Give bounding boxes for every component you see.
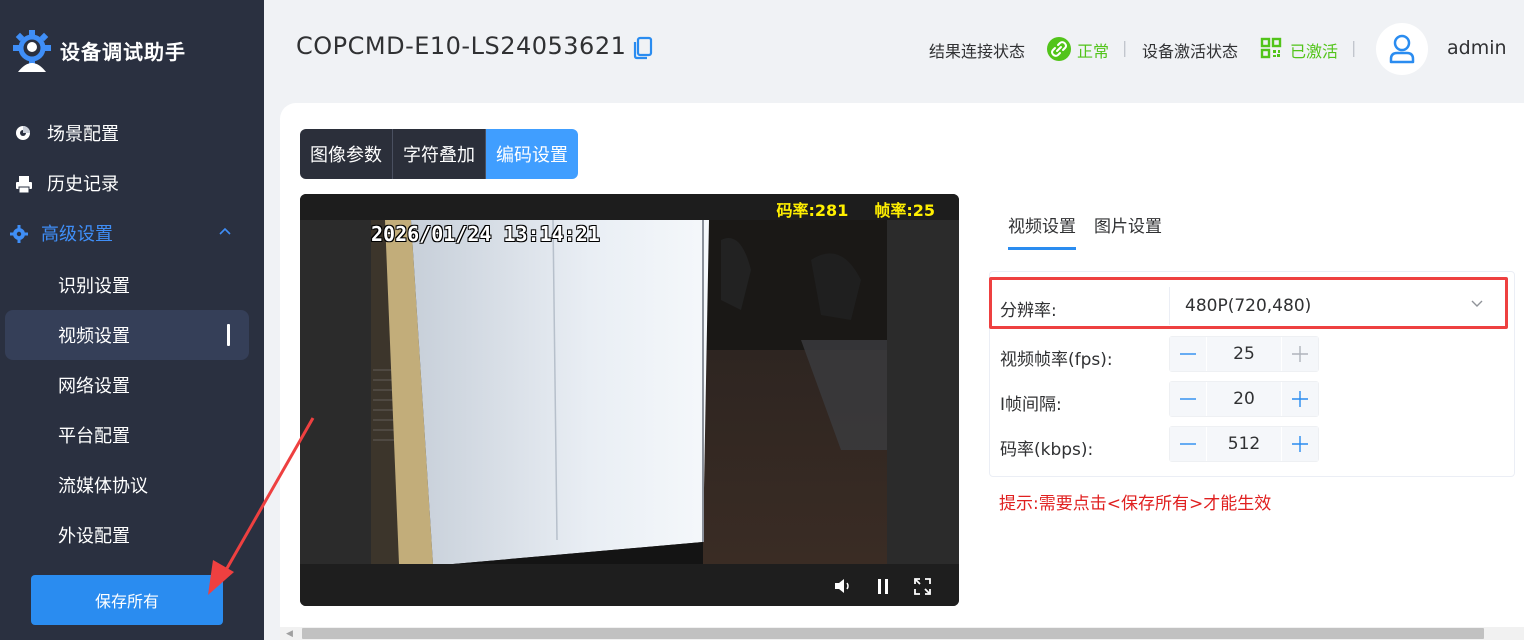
active-marker bbox=[227, 324, 230, 346]
scrollbar-thumb[interactable] bbox=[302, 628, 1484, 639]
fullscreen-icon[interactable] bbox=[914, 578, 931, 595]
save-all-button[interactable]: 保存所有 bbox=[31, 575, 223, 625]
submenu-item-peripheral[interactable]: 外设配置 bbox=[5, 510, 249, 560]
bitrate-kbps-label: 码率(kbps): bbox=[1000, 440, 1094, 460]
framerate-readout: 帧率:25 bbox=[874, 197, 935, 221]
fps-label: 视频帧率(fps): bbox=[1000, 350, 1113, 370]
video-settings-subtabs: 视频设置 图片设置 bbox=[1008, 212, 1162, 250]
gear-icon bbox=[10, 225, 28, 243]
bitrate-input[interactable]: 512 bbox=[1206, 427, 1282, 461]
divider: | bbox=[1351, 38, 1357, 57]
iframe-increase-button[interactable] bbox=[1282, 382, 1318, 416]
copy-icon[interactable] bbox=[632, 36, 654, 60]
submenu-item-video[interactable]: 视频设置 bbox=[5, 310, 249, 360]
menu-label: 高级设置 bbox=[41, 224, 113, 245]
submenu-item-network[interactable]: 网络设置 bbox=[5, 360, 249, 410]
submenu-item-platform[interactable]: 平台配置 bbox=[5, 410, 249, 460]
iframe-decrease-button[interactable] bbox=[1170, 382, 1206, 416]
submenu-label: 视频设置 bbox=[58, 326, 130, 347]
qr-code-icon bbox=[1260, 37, 1282, 59]
camera-frame: 2026/01/24 13:14:21 bbox=[371, 220, 887, 564]
camera-scene-image bbox=[371, 220, 887, 564]
iframe-interval-label: I帧间隔: bbox=[1000, 395, 1062, 415]
link-status-icon bbox=[1047, 37, 1071, 61]
submenu-label: 外设配置 bbox=[58, 526, 130, 547]
rate-overlay: 码率:281 帧率:25 bbox=[777, 197, 935, 221]
bitrate-readout: 码率:281 bbox=[777, 197, 849, 221]
result-connection-status: 正常 bbox=[1077, 42, 1110, 61]
plus-icon bbox=[1292, 346, 1308, 362]
minus-icon bbox=[1180, 353, 1196, 355]
fps-stepper: 25 bbox=[1169, 336, 1319, 372]
menu-item-history[interactable]: 历史记录 bbox=[0, 163, 264, 203]
gear-person-logo-icon bbox=[13, 30, 51, 72]
tab-encoding[interactable]: 编码设置 bbox=[486, 129, 578, 179]
app-title: 设备调试助手 bbox=[60, 39, 186, 64]
bitrate-decrease-button[interactable] bbox=[1170, 427, 1206, 461]
volume-icon[interactable] bbox=[834, 578, 852, 594]
minus-icon bbox=[1180, 398, 1196, 400]
menu-label: 场景配置 bbox=[47, 124, 119, 145]
fps-decrease-button[interactable] bbox=[1170, 337, 1206, 371]
menu-label: 历史记录 bbox=[47, 174, 119, 195]
video-preview[interactable]: 码率:281 帧率:25 2026/01/24 13:14:21 bbox=[300, 194, 959, 606]
subtab-video-settings[interactable]: 视频设置 bbox=[1008, 212, 1076, 250]
minus-icon bbox=[1180, 443, 1196, 445]
submenu-label: 识别设置 bbox=[58, 276, 130, 297]
menu-item-advanced[interactable]: 高级设置 bbox=[0, 213, 264, 253]
submenu-item-recognition[interactable]: 识别设置 bbox=[5, 260, 249, 310]
iframe-interval-stepper: 20 bbox=[1169, 381, 1319, 417]
activation-label: 设备激活状态 bbox=[1142, 42, 1239, 61]
submenu-item-streaming[interactable]: 流媒体协议 bbox=[5, 460, 249, 510]
chevron-up-icon bbox=[219, 227, 231, 235]
divider: | bbox=[1122, 38, 1128, 57]
plus-icon bbox=[1292, 436, 1308, 452]
settings-tabs: 图像参数 字符叠加 编码设置 bbox=[300, 129, 578, 179]
video-status-bar: 码率:281 帧率:25 bbox=[300, 194, 959, 220]
activation-status: 已激活 bbox=[1290, 42, 1339, 61]
avatar[interactable] bbox=[1376, 23, 1428, 75]
bitrate-stepper: 512 bbox=[1169, 426, 1319, 462]
tab-text-overlay[interactable]: 字符叠加 bbox=[393, 129, 486, 179]
save-hint-text: 提示:需要点击<保存所有>才能生效 bbox=[999, 494, 1272, 514]
framerate-value: 25 bbox=[912, 201, 935, 220]
bitrate-value: 281 bbox=[814, 201, 849, 220]
app-logo: 设备调试助手 bbox=[8, 26, 186, 74]
video-controls bbox=[300, 564, 959, 606]
scene-icon bbox=[16, 126, 30, 140]
bitrate-label: 码率: bbox=[776, 201, 815, 220]
bitrate-increase-button[interactable] bbox=[1282, 427, 1318, 461]
submenu-label: 流媒体协议 bbox=[58, 476, 148, 497]
video-timestamp: 2026/01/24 13:14:21 bbox=[371, 222, 600, 246]
user-icon bbox=[1389, 34, 1415, 64]
plus-icon bbox=[1292, 391, 1308, 407]
iframe-interval-input[interactable]: 20 bbox=[1206, 382, 1282, 416]
submenu-label: 网络设置 bbox=[58, 376, 130, 397]
fps-input[interactable]: 25 bbox=[1206, 337, 1282, 371]
sidebar: 设备调试助手 场景配置 历史记录 高级设置 识别设置 视频设置 网络设置 平台配… bbox=[0, 0, 264, 640]
scroll-left-icon[interactable]: ◀ bbox=[286, 629, 293, 639]
menu-item-scene[interactable]: 场景配置 bbox=[0, 113, 264, 153]
subtab-picture-settings[interactable]: 图片设置 bbox=[1094, 212, 1162, 250]
tab-image-params[interactable]: 图像参数 bbox=[300, 129, 393, 179]
framerate-label: 帧率: bbox=[874, 201, 913, 220]
submenu-label: 平台配置 bbox=[58, 426, 130, 447]
device-name: COPCMD-E10-LS24053621 bbox=[296, 32, 627, 60]
pause-icon[interactable] bbox=[877, 579, 889, 594]
printer-icon bbox=[16, 176, 32, 194]
result-connection-label: 结果连接状态 bbox=[929, 42, 1026, 61]
fps-increase-button[interactable] bbox=[1282, 337, 1318, 371]
username[interactable]: admin bbox=[1447, 37, 1507, 59]
resolution-highlight-frame bbox=[989, 277, 1508, 329]
horizontal-scrollbar[interactable]: ◀ bbox=[280, 627, 1524, 640]
